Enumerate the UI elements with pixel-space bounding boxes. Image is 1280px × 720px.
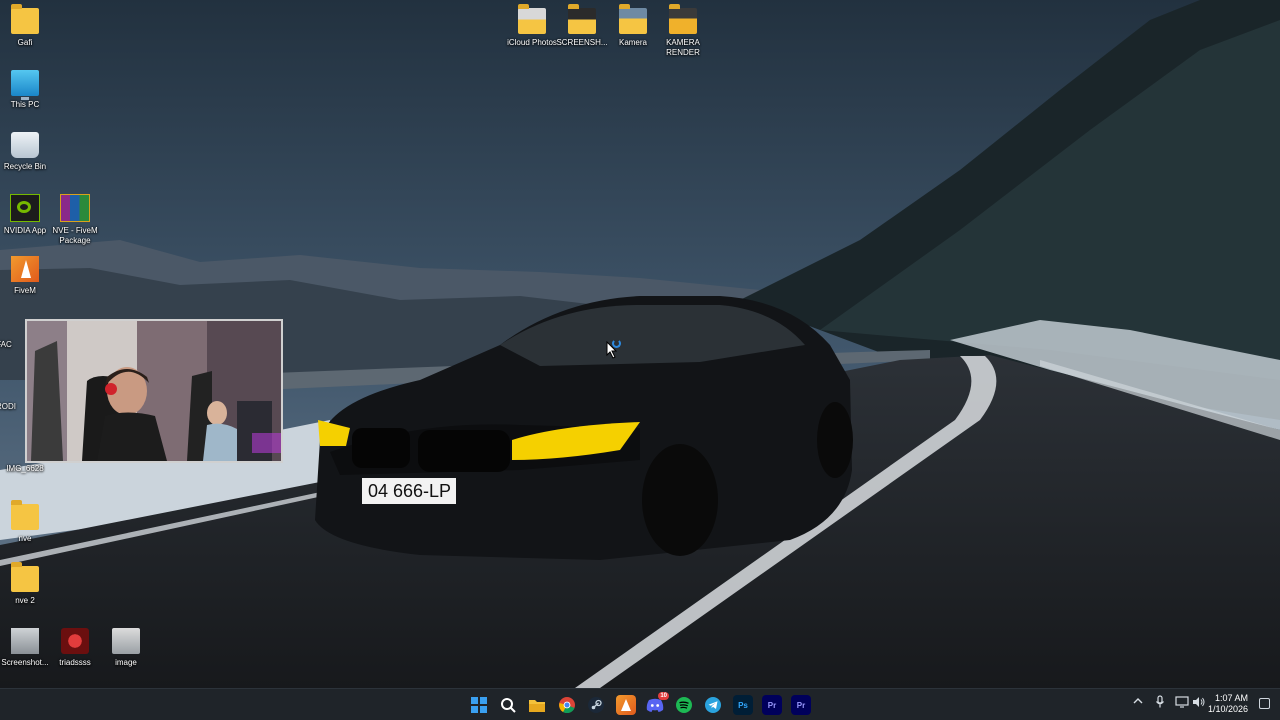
clock-date: 1/10/2026	[1207, 704, 1248, 714]
chrome-icon	[559, 697, 575, 713]
desktop-icon-icloud-photos[interactable]: iCloud Photos	[504, 2, 560, 48]
winrar-archive-icon	[60, 194, 90, 222]
file-explorer-icon	[529, 700, 545, 712]
desktop-icon-img-6628[interactable]: IMG_6628	[0, 464, 53, 474]
start-button[interactable]	[469, 695, 489, 715]
desktop-icon-label: triadssss	[59, 658, 91, 667]
premiere-icon: Pr	[767, 700, 777, 710]
desktop-icon-kamera-render[interactable]: KAMERA RENDER	[655, 2, 711, 58]
chevron-up-icon	[1133, 698, 1143, 704]
volume-tray-button[interactable]	[1192, 696, 1206, 711]
desktop-icon-nve-2[interactable]: nve 2	[0, 560, 53, 606]
desktop-icon-triadssss[interactable]: triadssss	[47, 622, 103, 668]
desktop-icon-label: FiveM	[14, 286, 36, 295]
windows-start-icon	[471, 697, 487, 713]
desktop-icon-recycle-bin[interactable]: Recycle Bin	[0, 126, 53, 172]
fivem-icon	[11, 256, 39, 282]
file-explorer-button[interactable]	[527, 695, 547, 715]
desktop-icon-nve[interactable]: nve	[0, 498, 53, 544]
desktop-icon-gafi[interactable]: Gafi	[0, 2, 53, 48]
desktop-icon-label: IMG_6628	[6, 464, 44, 473]
search-icon	[501, 698, 516, 713]
loading-spinner-icon	[612, 339, 621, 348]
desktop-icon-label: This PC	[10, 100, 40, 109]
fivem-taskbar-button[interactable]	[616, 695, 636, 715]
spotify-icon	[676, 697, 692, 713]
taskbar: 10 Ps Pr Pr 1:07 AM 1/10/2026	[0, 688, 1280, 720]
desktop-icon-image[interactable]: image	[98, 622, 154, 668]
microphone-tray-button[interactable]	[1155, 695, 1165, 712]
fivem-icon	[621, 699, 631, 711]
steam-button[interactable]	[586, 695, 606, 715]
desktop-icon-label: iCloud Photos	[507, 38, 557, 47]
folder-icon	[619, 4, 647, 34]
desktop-icon-label: nve 2	[15, 596, 35, 605]
folder-icon	[568, 4, 596, 34]
folder-icon	[11, 500, 39, 530]
photoshop-button[interactable]: Ps	[733, 695, 753, 715]
discord-button[interactable]: 10	[645, 692, 669, 715]
discord-notification-badge: 10	[658, 692, 669, 700]
desktop-icon-label: SCREENSH...	[556, 38, 608, 47]
folder-icon	[669, 4, 697, 34]
nvidia-icon	[10, 194, 40, 222]
desktop-icon-this-pc[interactable]: This PC	[0, 64, 53, 110]
desktop-icon-label: RODI	[0, 402, 16, 411]
premiere-icon: Pr	[796, 700, 806, 710]
recycle-bin-icon	[11, 132, 39, 158]
desktop-icon-rodi[interactable]: RODI	[0, 402, 26, 412]
desktop-icon-label: Screenshot...	[1, 658, 49, 667]
discord-icon	[646, 698, 664, 712]
premiere-button-2[interactable]: Pr	[791, 695, 811, 715]
show-hidden-icons-button[interactable]	[1133, 696, 1143, 709]
folder-icon	[518, 4, 546, 34]
desktop-icon-label: NVIDIA App	[3, 226, 47, 235]
desktop-icon-label: NVE - FiveM Package	[52, 226, 98, 245]
network-icon	[1175, 696, 1189, 708]
desktop-icon-label: KAMERA RENDER	[666, 38, 700, 57]
desktop-icon-screenshots[interactable]: SCREENSH...	[554, 2, 610, 48]
desktop-icon-label: Kamera	[618, 38, 647, 47]
image-file-icon	[61, 628, 89, 654]
photoshop-icon: Ps	[738, 700, 748, 710]
desktop-icon-screenshot[interactable]: Screenshot...	[0, 622, 53, 668]
telegram-button[interactable]	[703, 695, 723, 715]
image-file-icon	[112, 628, 140, 654]
desktop-icon-fac[interactable]: FAC	[0, 340, 24, 350]
clock-time: 1:07 AM	[1214, 693, 1248, 703]
desktop-icon-label: Recycle Bin	[3, 162, 47, 171]
speaker-icon	[1193, 697, 1205, 707]
desktop-icon-label: Gafi	[17, 38, 33, 47]
clock[interactable]: 1:07 AM 1/10/2026	[1208, 693, 1248, 715]
license-plate-text: 04 666-LP	[368, 481, 451, 501]
desktop-icon-label: nve	[18, 534, 32, 543]
folder-icon	[11, 562, 39, 592]
computer-icon	[11, 70, 39, 100]
chrome-button[interactable]	[557, 695, 577, 715]
spotify-button[interactable]	[674, 695, 694, 715]
search-button[interactable]	[498, 695, 518, 715]
image-file-icon	[11, 628, 39, 654]
desktop-icon-fivem[interactable]: FiveM	[0, 250, 53, 296]
network-tray-button[interactable]	[1175, 696, 1189, 711]
desktop-icon-label: image	[115, 658, 137, 667]
desktop-icon-label: FAC	[0, 340, 12, 349]
desktop-icon-nve-package[interactable]: NVE - FiveM Package	[47, 188, 103, 246]
premiere-button[interactable]: Pr	[762, 695, 782, 715]
notification-center-icon[interactable]	[1259, 698, 1270, 709]
steam-icon	[588, 697, 604, 713]
desktop-icon-kamera[interactable]: Kamera	[605, 2, 661, 48]
desktop-icon-nvidia-app[interactable]: NVIDIA App	[0, 188, 53, 236]
webcam-overlay	[25, 319, 283, 463]
microphone-icon	[1156, 695, 1164, 708]
telegram-icon	[705, 697, 721, 713]
folder-icon	[11, 4, 39, 34]
